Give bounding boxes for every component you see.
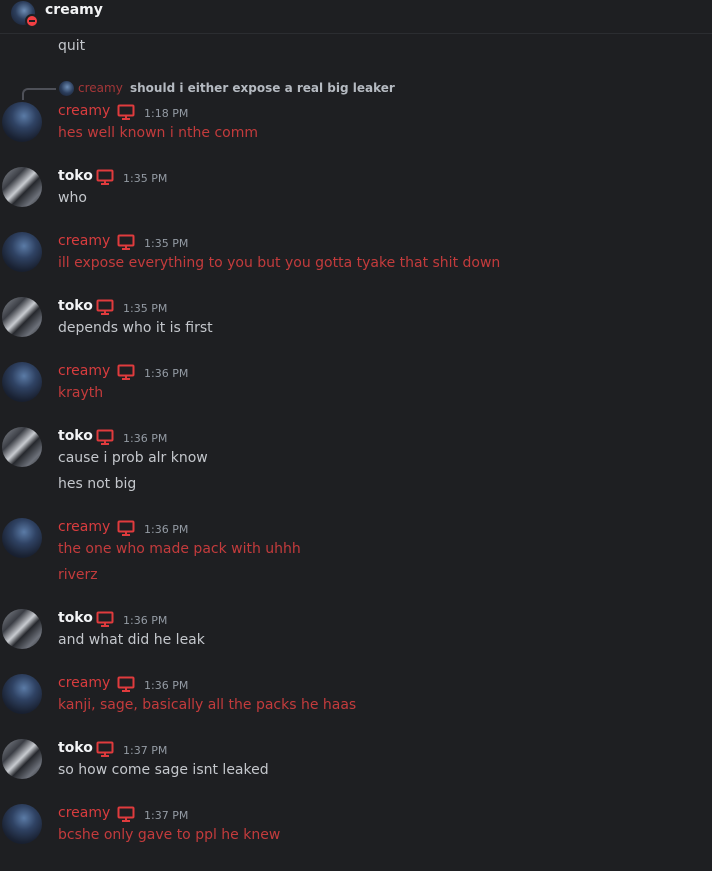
message-text: and what did he leak	[58, 632, 205, 648]
message-text: bcshe only gave to ppl he knew	[58, 827, 281, 843]
avatar[interactable]	[2, 518, 42, 558]
username[interactable]: creamy	[58, 519, 110, 535]
message-text: quit	[58, 38, 86, 54]
monitor-icon	[117, 234, 135, 250]
avatar[interactable]	[2, 297, 42, 337]
timestamp: 1:36 PM	[144, 367, 189, 380]
timestamp: 1:36 PM	[144, 523, 189, 536]
message-text: riverz	[58, 567, 98, 583]
username[interactable]: creamy	[58, 363, 110, 379]
avatar[interactable]	[2, 102, 42, 142]
monitor-icon	[96, 741, 114, 757]
message-text: kanji, sage, basically all the packs he …	[58, 697, 357, 713]
timestamp: 1:37 PM	[144, 809, 189, 822]
message-text: krayth	[58, 385, 104, 401]
avatar[interactable]	[2, 167, 42, 207]
monitor-icon	[117, 364, 135, 380]
avatar[interactable]	[2, 674, 42, 714]
header-username[interactable]: creamy	[45, 2, 103, 18]
message-text: who	[58, 190, 87, 206]
monitor-icon	[117, 104, 135, 120]
username[interactable]: toko	[58, 298, 93, 314]
username[interactable]: toko	[58, 428, 93, 444]
avatar[interactable]	[2, 232, 42, 272]
monitor-icon	[96, 429, 114, 445]
timestamp: 1:35 PM	[123, 302, 168, 315]
reply-username[interactable]: creamy	[78, 81, 123, 95]
avatar[interactable]	[2, 609, 42, 649]
username[interactable]: toko	[58, 168, 93, 184]
avatar[interactable]	[2, 804, 42, 844]
timestamp: 1:37 PM	[123, 744, 168, 757]
channel-header: creamy	[0, 0, 712, 34]
message-text: ill expose everything to you but you got…	[58, 255, 501, 271]
do-not-disturb-icon	[25, 14, 39, 28]
message-text: hes not big	[58, 476, 137, 492]
username[interactable]: creamy	[58, 675, 110, 691]
message-text: depends who it is first	[58, 320, 213, 336]
timestamp: 1:18 PM	[144, 107, 189, 120]
message-text: the one who made pack with uhhh	[58, 541, 301, 557]
timestamp: 1:36 PM	[123, 614, 168, 627]
timestamp: 1:36 PM	[123, 432, 168, 445]
reply-avatar[interactable]	[59, 81, 74, 96]
username[interactable]: creamy	[58, 233, 110, 249]
reply-preview-text[interactable]: should i either expose a real big leaker	[130, 81, 395, 95]
username[interactable]: toko	[58, 740, 93, 756]
avatar[interactable]	[2, 739, 42, 779]
timestamp: 1:35 PM	[144, 237, 189, 250]
username[interactable]: creamy	[58, 103, 110, 119]
monitor-icon	[96, 611, 114, 627]
timestamp: 1:35 PM	[123, 172, 168, 185]
monitor-icon	[96, 299, 114, 315]
avatar[interactable]	[2, 427, 42, 467]
username[interactable]: creamy	[58, 805, 110, 821]
message-text: so how come sage isnt leaked	[58, 762, 269, 778]
timestamp: 1:36 PM	[144, 679, 189, 692]
message-text: hes well known i nthe comm	[58, 125, 259, 141]
reply-connector	[22, 88, 56, 100]
monitor-icon	[117, 676, 135, 692]
avatar[interactable]	[2, 362, 42, 402]
monitor-icon	[117, 806, 135, 822]
message-text: cause i prob alr know	[58, 450, 208, 466]
monitor-icon	[117, 520, 135, 536]
username[interactable]: toko	[58, 610, 93, 626]
monitor-icon	[96, 169, 114, 185]
